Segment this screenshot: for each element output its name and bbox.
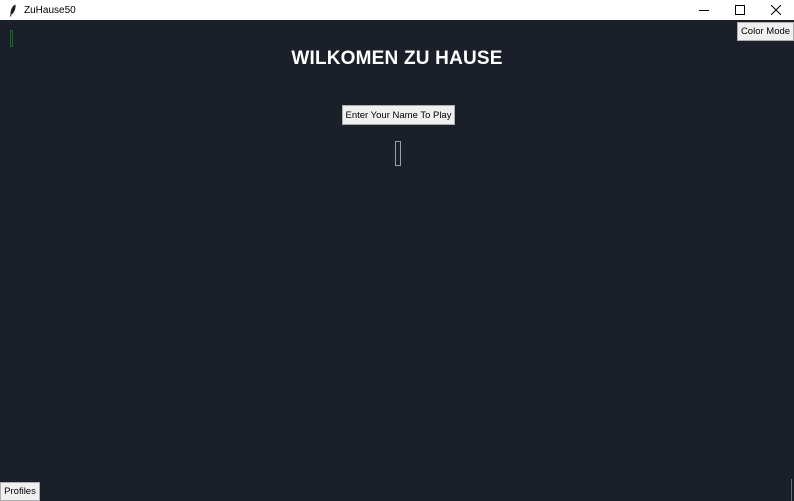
profiles-button[interactable]: Profiles <box>0 482 40 501</box>
feather-icon <box>8 3 18 17</box>
app-canvas: Color Mode WILKOMEN ZU HAUSE Enter Your … <box>0 20 794 501</box>
maximize-button[interactable] <box>722 0 758 20</box>
close-button[interactable] <box>758 0 794 20</box>
maximize-icon <box>735 5 745 15</box>
page-title: WILKOMEN ZU HAUSE <box>291 48 503 69</box>
close-icon <box>771 5 781 15</box>
minimize-button[interactable] <box>686 0 722 20</box>
window-title: ZuHause50 <box>24 4 76 16</box>
corner-frame <box>10 30 13 47</box>
name-entry-field[interactable] <box>395 141 401 166</box>
window-controls <box>686 0 794 20</box>
window-titlebar[interactable]: ZuHause50 <box>0 0 794 20</box>
minimize-icon <box>699 10 709 11</box>
color-mode-button[interactable]: Color Mode <box>737 22 794 41</box>
enter-name-button[interactable]: Enter Your Name To Play <box>342 105 455 125</box>
